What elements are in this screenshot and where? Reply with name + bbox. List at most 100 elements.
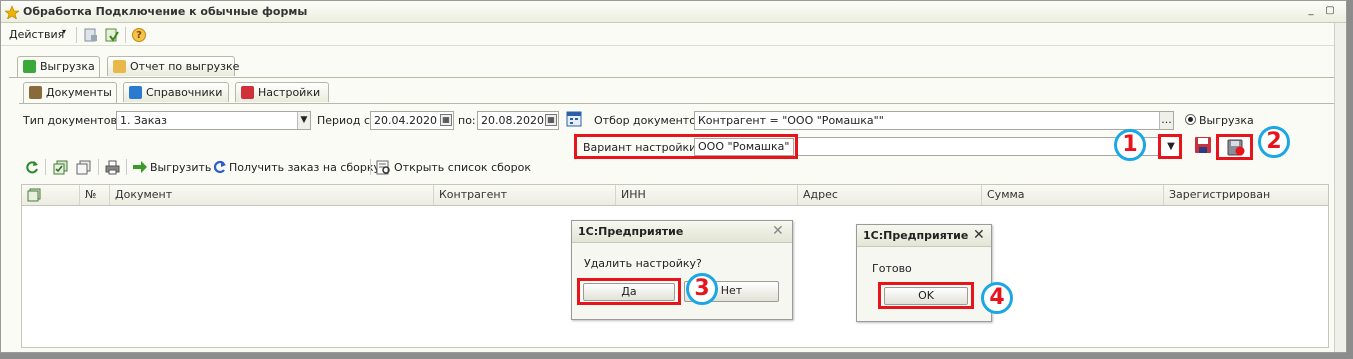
variant-highlight: Вариант настройки: ООО "Ромашка": [574, 134, 798, 159]
annotation-badge-2: 2: [1258, 126, 1290, 158]
yes-button-label: Да: [621, 285, 637, 298]
tab-label: Отчет по выгрузке: [130, 60, 240, 73]
get-order-icon[interactable]: [211, 160, 227, 174]
uncheck-all-icon[interactable]: [76, 160, 91, 175]
select-ellipsis-button[interactable]: ...: [1159, 112, 1173, 129]
annotation-badge-4: 4: [981, 282, 1013, 314]
toolbar-divider: [98, 159, 99, 175]
toolbar-divider: [45, 159, 46, 175]
column-counterparty[interactable]: Контрагент: [434, 185, 616, 205]
radio-label: Выгрузка: [1199, 114, 1254, 127]
doc-type-select[interactable]: 1. Заказ: [116, 111, 311, 130]
variant-input[interactable]: ООО "Ромашка": [694, 138, 794, 156]
tab-unload-report[interactable]: Отчет по выгрузке: [107, 56, 239, 76]
dialog-message: Готово: [872, 262, 912, 275]
variant-dropdown-highlight: ▼: [1158, 134, 1182, 159]
doc-type-label: Тип документов:: [23, 114, 121, 127]
variant-label: Вариант настройки:: [583, 141, 701, 154]
tab-label: Настройки: [258, 86, 321, 99]
unload-tab-icon: [23, 60, 36, 73]
close-icon[interactable]: ✕: [772, 223, 784, 239]
doc-filter-label: Отбор документов:: [594, 114, 707, 127]
yes-button-highlight: Да: [577, 278, 681, 305]
help-icon[interactable]: ?: [132, 28, 146, 42]
ok-button-label: OK: [918, 289, 934, 302]
check-all-icon[interactable]: [53, 160, 68, 175]
open-list-button[interactable]: Открыть список сборок: [394, 161, 531, 174]
doc-filter-input[interactable]: Контрагент = "ООО "Ромашка"": [694, 111, 1174, 130]
menu-bar: Действия ▾ ?: [1, 24, 1346, 46]
calendar-icon[interactable]: ▦: [545, 114, 557, 126]
tab-label: Справочники: [146, 86, 223, 99]
no-button-label: Нет: [720, 284, 743, 297]
tab-label: Выгрузка: [40, 60, 95, 73]
post-document-icon[interactable]: [83, 27, 99, 43]
title-bar: Обработка Подключение к обычные формы _ …: [1, 1, 1346, 23]
tab-documents[interactable]: Документы: [23, 82, 117, 104]
tab-label: Документы: [46, 86, 112, 99]
toolbar-divider: [126, 159, 127, 175]
chevron-down-icon[interactable]: ▼: [1164, 139, 1178, 154]
toolbar-divider: [370, 159, 371, 175]
subtab-strip-line: [19, 103, 1335, 104]
refresh-icon[interactable]: [25, 160, 39, 174]
unload-button[interactable]: Выгрузить: [150, 161, 211, 174]
column-inn[interactable]: ИНН: [616, 185, 798, 205]
doc-filter-value: Контрагент = "ООО "Ромашка"": [698, 114, 884, 127]
menu-divider: [76, 27, 77, 43]
period-to-label: по:: [458, 114, 476, 127]
column-amount[interactable]: Сумма: [982, 185, 1164, 205]
annotation-badge-3: 3: [686, 273, 718, 305]
save-settings-icon[interactable]: [1194, 136, 1212, 154]
period-from-label: Период с:: [317, 114, 374, 127]
period-from-value: 20.04.2020: [374, 114, 437, 127]
get-order-button[interactable]: Получить заказ на сборку: [229, 161, 380, 174]
briefcase-icon: [29, 86, 42, 99]
delete-confirm-dialog: 1С:Предприятие ✕ Удалить настройку? Нет …: [571, 220, 793, 320]
ok-button[interactable]: OK: [884, 287, 968, 305]
actions-menu[interactable]: Действия: [9, 28, 64, 41]
restore-button[interactable]: ▢: [1323, 5, 1337, 19]
column-number[interactable]: №: [80, 185, 110, 205]
radio-dot: [1188, 117, 1193, 122]
print-icon[interactable]: [105, 160, 120, 175]
calendar-icon[interactable]: ▦: [440, 114, 452, 126]
close-icon[interactable]: ✕: [973, 227, 985, 243]
tab-unload[interactable]: Выгрузка: [17, 56, 100, 78]
yes-button[interactable]: Да: [583, 283, 675, 301]
report-tab-icon: [113, 60, 126, 73]
unpost-document-icon[interactable]: [104, 27, 120, 43]
tab-settings[interactable]: Настройки: [235, 82, 329, 102]
done-dialog: 1С:Предприятие ✕ Готово OK: [856, 224, 992, 322]
delete-settings-icon[interactable]: [1226, 138, 1246, 157]
period-select-icon[interactable]: [566, 110, 582, 128]
dialog-title: 1С:Предприятие: [572, 221, 792, 243]
chevron-down-icon[interactable]: ▾: [62, 27, 66, 36]
unload-arrow-icon[interactable]: [132, 160, 148, 174]
dialog-message: Удалить настройку?: [584, 257, 702, 270]
annotation-badge-1: 1: [1114, 129, 1146, 161]
check-all-icon[interactable]: [27, 188, 41, 202]
column-check[interactable]: [22, 185, 80, 205]
vertical-scrollbar[interactable]: [1334, 23, 1346, 352]
variant-value: ООО "Ромашка": [698, 140, 790, 153]
app-star-icon: [5, 5, 19, 19]
dialog-title: 1С:Предприятие: [857, 225, 991, 247]
chevron-down-icon[interactable]: ▼: [297, 112, 310, 129]
window-title: Обработка Подключение к обычные формы: [23, 5, 308, 18]
period-to-value: 20.08.2020: [481, 114, 544, 127]
column-address[interactable]: Адрес: [798, 185, 982, 205]
minimize-button[interactable]: _: [1304, 5, 1318, 19]
variant-input-extension[interactable]: [798, 137, 1160, 156]
column-document[interactable]: Документ: [110, 185, 434, 205]
ok-button-highlight: OK: [878, 282, 974, 309]
tab-strip-line: [9, 77, 1335, 78]
table-header: № Документ Контрагент ИНН Адрес Сумма За…: [21, 184, 1329, 206]
unload-radio[interactable]: [1185, 114, 1196, 125]
menu-divider: [125, 27, 126, 43]
column-registered[interactable]: Зарегистрирован: [1164, 185, 1328, 205]
tab-catalogs[interactable]: Справочники: [123, 82, 229, 102]
settings-tab-icon: [241, 86, 254, 99]
delete-settings-highlight: [1216, 134, 1253, 160]
open-list-icon[interactable]: [376, 160, 391, 175]
